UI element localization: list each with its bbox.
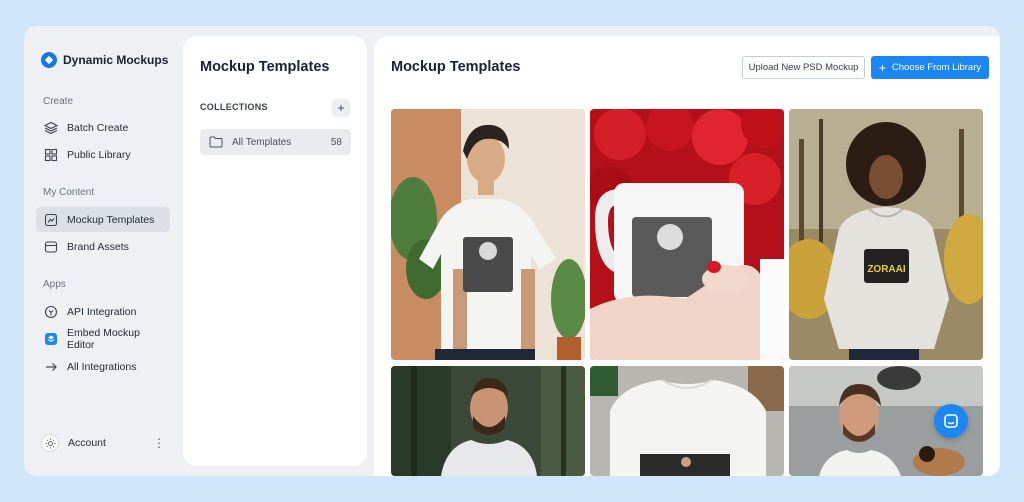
template-card[interactable] <box>590 109 784 360</box>
account-label: Account <box>68 437 106 449</box>
sidebar-item-batch-create[interactable]: Batch Create <box>36 115 170 140</box>
collections-panel-title: Mockup Templates <box>200 59 330 75</box>
sidebar: Dynamic Mockups Create Batch Create Publ… <box>24 26 182 476</box>
template-card[interactable] <box>391 366 585 476</box>
template-card[interactable]: ZORAAI <box>789 109 983 360</box>
collection-item-all-templates[interactable]: All Templates 58 <box>200 129 351 155</box>
collections-panel: Mockup Templates COLLECTIONS + All Templ… <box>183 36 367 466</box>
section-my-content-label: My Content <box>43 187 95 198</box>
hoodie-print-text: ZORAAI <box>867 264 906 275</box>
support-chat-button[interactable] <box>934 404 968 438</box>
upload-psd-button[interactable]: Upload New PSD Mockup <box>742 56 865 79</box>
plus-icon: + <box>878 60 886 75</box>
template-card[interactable] <box>391 109 585 360</box>
grid-icon <box>44 148 58 162</box>
sidebar-item-label: All Integrations <box>67 360 137 373</box>
sidebar-item-label: Batch Create <box>67 121 129 134</box>
logo-icon <box>41 52 57 68</box>
sidebar-item-label: API Integration <box>67 305 137 318</box>
brand-name: Dynamic Mockups <box>63 53 169 67</box>
folder-icon <box>209 136 223 148</box>
sidebar-item-api-integration[interactable]: API Integration <box>36 299 170 324</box>
section-apps-label: Apps <box>43 279 66 290</box>
template-thumbnail-tshirt-flat <box>590 366 784 476</box>
page-title: Mockup Templates <box>391 59 521 75</box>
template-thumbnail-hoodie-woman: ZORAAI <box>789 109 983 360</box>
sidebar-item-brand-assets[interactable]: Brand Assets <box>36 234 170 259</box>
template-thumbnail-tshirt-man <box>391 109 585 360</box>
sidebar-item-label: Public Library <box>67 148 131 161</box>
template-card[interactable] <box>590 366 784 476</box>
main-panel: Mockup Templates Upload New PSD Mockup +… <box>374 36 1000 476</box>
add-collection-button[interactable]: + <box>332 99 350 117</box>
choose-from-library-label: Choose From Library <box>891 62 982 73</box>
choose-from-library-button[interactable]: + Choose From Library <box>871 56 989 79</box>
chat-icon <box>944 414 958 428</box>
sidebar-item-public-library[interactable]: Public Library <box>36 142 170 167</box>
account-avatar <box>41 434 59 452</box>
collection-label: All Templates <box>232 136 292 148</box>
collections-header: COLLECTIONS <box>200 102 268 112</box>
api-icon <box>44 305 58 319</box>
app-window: Dynamic Mockups Create Batch Create Publ… <box>24 26 1000 476</box>
brand[interactable]: Dynamic Mockups <box>41 52 168 68</box>
sidebar-item-mockup-templates[interactable]: Mockup Templates <box>36 207 170 232</box>
collection-count: 58 <box>330 136 342 148</box>
template-icon <box>44 213 58 227</box>
sidebar-item-label: Embed Mockup Editor <box>67 326 140 351</box>
sidebar-item-all-integrations[interactable]: All Integrations <box>36 354 170 379</box>
embed-icon <box>44 332 58 346</box>
template-thumbnail-mug <box>590 109 784 360</box>
sidebar-item-label: Brand Assets <box>67 240 129 253</box>
layers-icon <box>44 121 58 135</box>
sidebar-item-label: Mockup Templates <box>67 213 155 226</box>
section-create-label: Create <box>43 96 74 107</box>
template-thumbnail-hoodie-man <box>391 366 585 476</box>
arrow-right-icon <box>44 360 58 374</box>
sidebar-item-embed-mockup-editor[interactable]: Embed Mockup Editor <box>36 326 170 351</box>
box-icon <box>44 240 58 254</box>
sun-icon <box>44 437 56 449</box>
account-menu[interactable]: Account ⋮ <box>41 432 165 454</box>
more-vertical-icon[interactable]: ⋮ <box>153 436 165 450</box>
